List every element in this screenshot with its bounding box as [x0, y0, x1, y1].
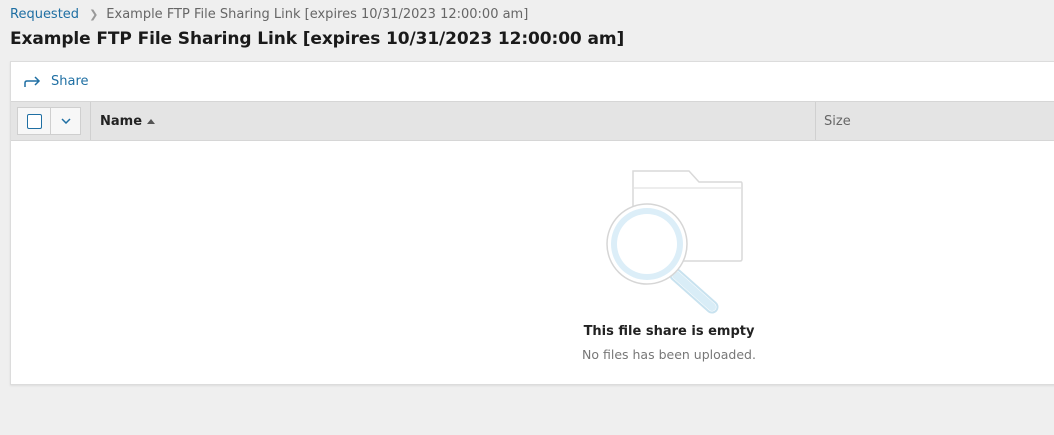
select-all-group — [17, 107, 81, 135]
column-header-size[interactable]: Size — [824, 102, 851, 140]
empty-state: This file share is empty No files has be… — [11, 141, 1054, 383]
breadcrumb: Requested ❯ Example FTP File Sharing Lin… — [10, 7, 528, 22]
toolbar: Share — [11, 62, 1054, 101]
column-divider — [90, 102, 91, 140]
share-button-label: Share — [51, 74, 89, 89]
column-header-size-label: Size — [824, 113, 851, 129]
chevron-down-icon — [60, 118, 71, 124]
empty-state-subtitle: No files has been uploaded. — [582, 347, 756, 362]
folder-search-icon — [606, 170, 743, 314]
page-title: Example FTP File Sharing Link [expires 1… — [10, 29, 625, 49]
column-header-name[interactable]: Name — [100, 102, 156, 140]
breadcrumb-requested-link[interactable]: Requested — [10, 7, 79, 22]
column-divider — [815, 102, 816, 140]
column-header-name-label: Name — [100, 113, 143, 129]
share-button[interactable]: Share — [24, 74, 89, 89]
select-menu-dropdown[interactable] — [51, 108, 80, 134]
breadcrumb-current: Example FTP File Sharing Link [expires 1… — [106, 7, 529, 22]
table-header: Name Size — [11, 101, 1054, 141]
sort-ascending-icon — [147, 118, 156, 124]
share-arrow-icon — [24, 75, 41, 87]
breadcrumb-separator-icon: ❯ — [89, 8, 99, 21]
file-share-panel: Share Name Size This file share is empty… — [10, 61, 1054, 385]
empty-state-title: This file share is empty — [583, 324, 755, 339]
checkbox-icon — [26, 113, 42, 129]
select-all-checkbox[interactable] — [18, 108, 51, 134]
